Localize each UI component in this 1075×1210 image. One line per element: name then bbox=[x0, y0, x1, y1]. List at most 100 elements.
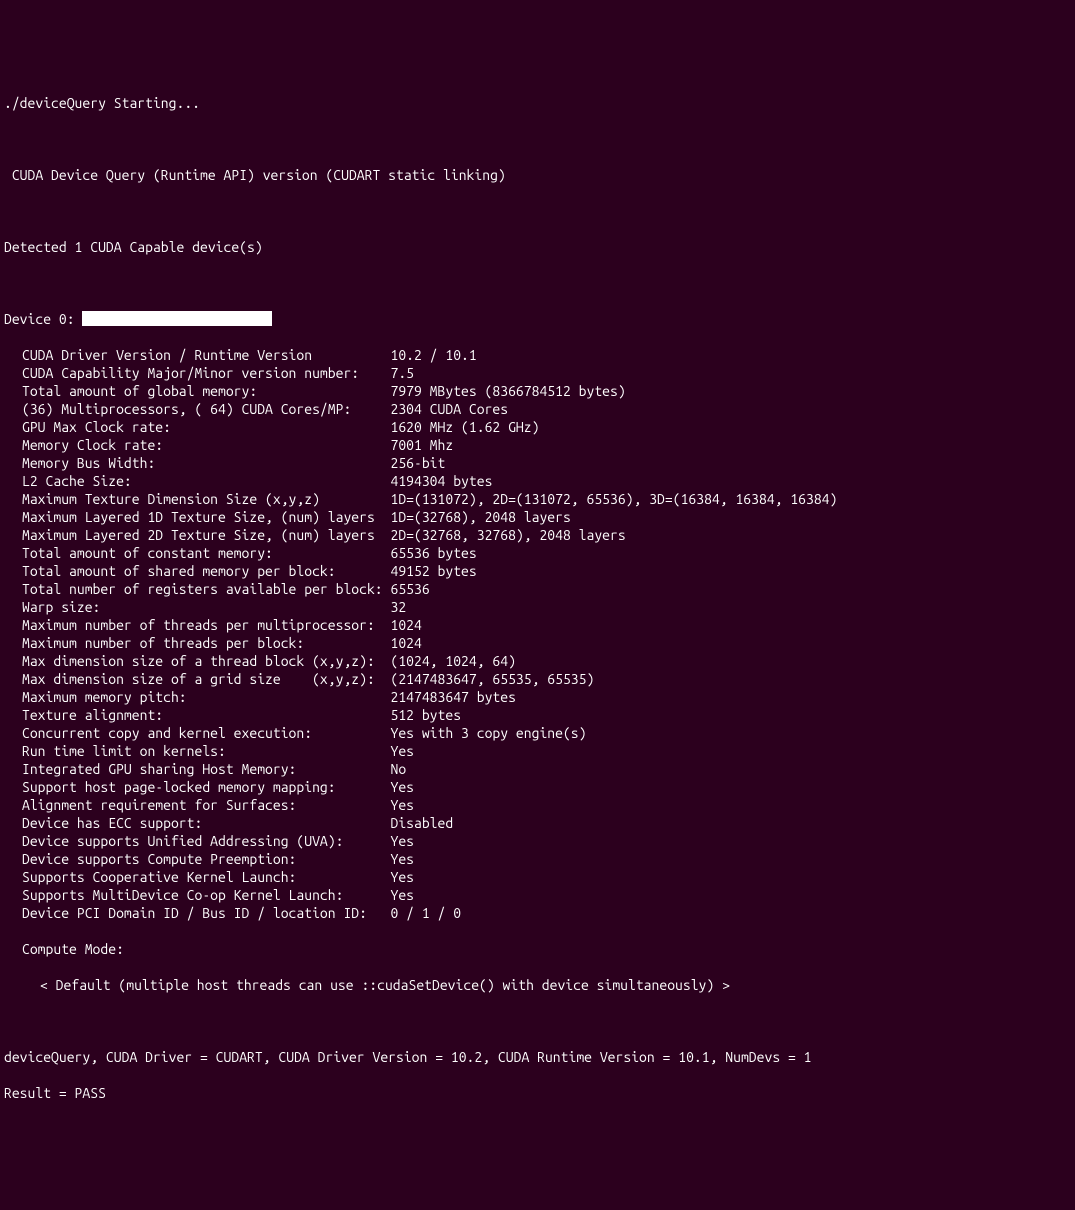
property-value: 2304 CUDA Cores bbox=[390, 401, 508, 417]
property-row: Concurrent copy and kernel execution: Ye… bbox=[4, 724, 1071, 742]
property-label: Maximum Texture Dimension Size (x,y,z) bbox=[22, 491, 390, 507]
property-value: 512 bytes bbox=[390, 707, 461, 723]
property-label: L2 Cache Size: bbox=[22, 473, 390, 489]
property-value: 1D=(131072), 2D=(131072, 65536), 3D=(163… bbox=[390, 491, 837, 507]
property-value: Yes bbox=[390, 797, 414, 813]
property-row: Max dimension size of a thread block (x,… bbox=[4, 652, 1071, 670]
property-label: Maximum memory pitch: bbox=[22, 689, 390, 705]
property-label: Max dimension size of a thread block (x,… bbox=[22, 653, 390, 669]
property-value: Yes bbox=[390, 743, 414, 759]
property-value: 49152 bytes bbox=[390, 563, 476, 579]
property-label: Total amount of constant memory: bbox=[22, 545, 390, 561]
property-label: Device supports Unified Addressing (UVA)… bbox=[22, 833, 390, 849]
property-value: 7001 Mhz bbox=[390, 437, 453, 453]
property-label: (36) Multiprocessors, ( 64) CUDA Cores/M… bbox=[22, 401, 390, 417]
property-row: CUDA Capability Major/Minor version numb… bbox=[4, 364, 1071, 382]
property-label: Total amount of shared memory per block: bbox=[22, 563, 390, 579]
property-label: Total number of registers available per … bbox=[22, 581, 390, 597]
property-row: Maximum Layered 2D Texture Size, (num) l… bbox=[4, 526, 1071, 544]
property-value: 7.5 bbox=[390, 365, 414, 381]
property-value: Yes bbox=[390, 869, 414, 885]
property-value: Disabled bbox=[390, 815, 453, 831]
property-value: 65536 bbox=[390, 581, 429, 597]
property-value: Yes bbox=[390, 887, 414, 903]
property-label: Device supports Compute Preemption: bbox=[22, 851, 390, 867]
redacted-device-name bbox=[82, 311, 272, 326]
property-value: 1D=(32768), 2048 layers bbox=[390, 509, 570, 525]
starting-line: ./deviceQuery Starting... bbox=[4, 94, 1071, 112]
property-row: Alignment requirement for Surfaces: Yes bbox=[4, 796, 1071, 814]
property-value: 7979 MBytes (8366784512 bytes) bbox=[390, 383, 625, 399]
property-value: 65536 bytes bbox=[390, 545, 476, 561]
property-value: 2D=(32768, 32768), 2048 layers bbox=[390, 527, 625, 543]
property-label: Maximum number of threads per multiproce… bbox=[22, 617, 390, 633]
property-row: Maximum number of threads per multiproce… bbox=[4, 616, 1071, 634]
summary-line: deviceQuery, CUDA Driver = CUDART, CUDA … bbox=[4, 1048, 1071, 1066]
property-value: Yes bbox=[390, 851, 414, 867]
property-row: Maximum number of threads per block: 102… bbox=[4, 634, 1071, 652]
property-row: Total amount of shared memory per block:… bbox=[4, 562, 1071, 580]
property-row: Supports Cooperative Kernel Launch: Yes bbox=[4, 868, 1071, 886]
property-value: 32 bbox=[390, 599, 406, 615]
property-row: Device supports Compute Preemption: Yes bbox=[4, 850, 1071, 868]
device-header: Device 0: bbox=[4, 310, 1071, 328]
detected-line: Detected 1 CUDA Capable device(s) bbox=[4, 238, 1071, 256]
property-value: 4194304 bytes bbox=[390, 473, 492, 489]
property-row: CUDA Driver Version / Runtime Version 10… bbox=[4, 346, 1071, 364]
blank-line bbox=[4, 1012, 1071, 1030]
compute-mode-value: < Default (multiple host threads can use… bbox=[4, 976, 1071, 994]
property-label: CUDA Driver Version / Runtime Version bbox=[22, 347, 390, 363]
property-value: Yes bbox=[390, 833, 414, 849]
property-row: Supports MultiDevice Co-op Kernel Launch… bbox=[4, 886, 1071, 904]
property-value: 1024 bbox=[390, 617, 421, 633]
property-value: 1620 MHz (1.62 GHz) bbox=[390, 419, 539, 435]
device-prefix: Device 0: bbox=[4, 310, 82, 328]
property-label: Memory Bus Width: bbox=[22, 455, 390, 471]
property-label: Supports MultiDevice Co-op Kernel Launch… bbox=[22, 887, 390, 903]
property-label: Warp size: bbox=[22, 599, 390, 615]
result-line: Result = PASS bbox=[4, 1084, 1071, 1102]
property-label: Maximum Layered 1D Texture Size, (num) l… bbox=[22, 509, 390, 525]
blank-line bbox=[4, 274, 1071, 292]
property-label: Device has ECC support: bbox=[22, 815, 390, 831]
property-value: 0 / 1 / 0 bbox=[390, 905, 461, 921]
property-label: Memory Clock rate: bbox=[22, 437, 390, 453]
property-row: Texture alignment: 512 bytes bbox=[4, 706, 1071, 724]
property-row: Total amount of constant memory: 65536 b… bbox=[4, 544, 1071, 562]
property-row: Memory Bus Width: 256-bit bbox=[4, 454, 1071, 472]
property-row: (36) Multiprocessors, ( 64) CUDA Cores/M… bbox=[4, 400, 1071, 418]
property-value: No bbox=[390, 761, 406, 777]
property-label: Run time limit on kernels: bbox=[22, 743, 390, 759]
property-row: Device supports Unified Addressing (UVA)… bbox=[4, 832, 1071, 850]
property-label: Texture alignment: bbox=[22, 707, 390, 723]
blank-line bbox=[4, 130, 1071, 148]
property-row: Max dimension size of a grid size (x,y,z… bbox=[4, 670, 1071, 688]
property-label: Supports Cooperative Kernel Launch: bbox=[22, 869, 390, 885]
property-value: 10.2 / 10.1 bbox=[390, 347, 476, 363]
property-label: Maximum number of threads per block: bbox=[22, 635, 390, 651]
property-row: Integrated GPU sharing Host Memory: No bbox=[4, 760, 1071, 778]
compute-mode-label: Compute Mode: bbox=[4, 940, 1071, 958]
property-value: (1024, 1024, 64) bbox=[390, 653, 515, 669]
property-row: Memory Clock rate: 7001 Mhz bbox=[4, 436, 1071, 454]
property-label: Integrated GPU sharing Host Memory: bbox=[22, 761, 390, 777]
property-row: Total amount of global memory: 7979 MByt… bbox=[4, 382, 1071, 400]
property-row: GPU Max Clock rate: 1620 MHz (1.62 GHz) bbox=[4, 418, 1071, 436]
property-label: Concurrent copy and kernel execution: bbox=[22, 725, 390, 741]
property-row: Warp size: 32 bbox=[4, 598, 1071, 616]
property-label: Alignment requirement for Surfaces: bbox=[22, 797, 390, 813]
property-label: CUDA Capability Major/Minor version numb… bbox=[22, 365, 390, 381]
property-value: (2147483647, 65535, 65535) bbox=[390, 671, 594, 687]
property-label: Max dimension size of a grid size (x,y,z… bbox=[22, 671, 390, 687]
property-row: Maximum Layered 1D Texture Size, (num) l… bbox=[4, 508, 1071, 526]
property-label: Total amount of global memory: bbox=[22, 383, 390, 399]
property-row: Device has ECC support: Disabled bbox=[4, 814, 1071, 832]
property-value: 256-bit bbox=[390, 455, 445, 471]
property-value: Yes with 3 copy engine(s) bbox=[390, 725, 586, 741]
property-value: 2147483647 bytes bbox=[390, 689, 515, 705]
property-row: Device PCI Domain ID / Bus ID / location… bbox=[4, 904, 1071, 922]
property-row: Maximum Texture Dimension Size (x,y,z) 1… bbox=[4, 490, 1071, 508]
property-row: Support host page-locked memory mapping:… bbox=[4, 778, 1071, 796]
property-row: Run time limit on kernels: Yes bbox=[4, 742, 1071, 760]
property-label: Device PCI Domain ID / Bus ID / location… bbox=[22, 905, 390, 921]
